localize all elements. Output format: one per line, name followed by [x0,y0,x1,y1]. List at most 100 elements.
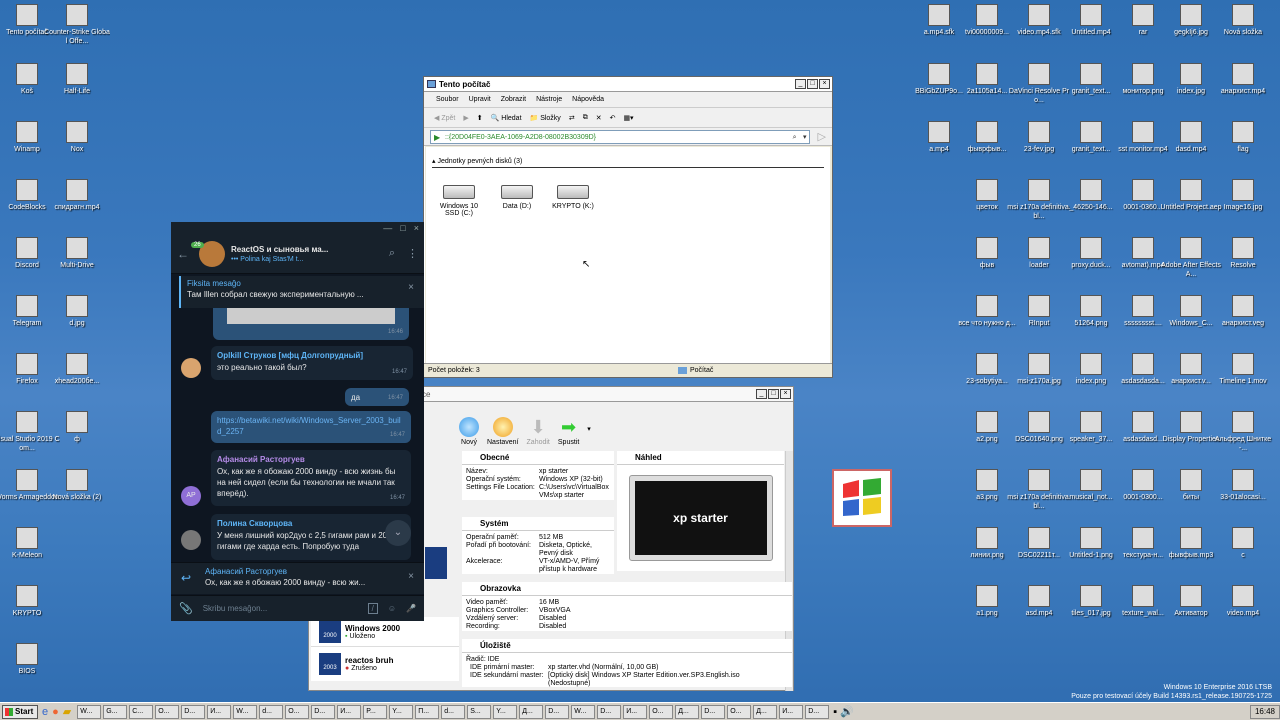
quicklaunch-ie-icon[interactable]: e [42,706,48,718]
taskbar-task[interactable]: Д... [675,704,700,719]
cancel-reply-icon[interactable]: × [408,571,414,582]
taskbar-task[interactable]: O... [727,704,752,719]
display-header[interactable]: Obrazovka [462,582,792,596]
attach-icon[interactable]: 📎 [179,602,193,615]
close-pin-icon[interactable]: × [408,282,414,293]
forward-button[interactable]: ▶ [463,114,468,122]
desktop-icon[interactable]: анархист.veg [1210,295,1276,337]
maximize-button[interactable]: □ [807,79,818,89]
emoji-icon[interactable]: ☺ [388,604,396,613]
taskbar-task[interactable]: P... [363,704,388,719]
taskbar-task[interactable]: П... [415,704,440,719]
back-arrow-icon[interactable]: ← [177,247,189,261]
desktop-icon[interactable]: Counter-Strike Global Offe... [44,4,110,46]
tray-network-icon[interactable]: ▪ [833,706,837,718]
vm-item[interactable]: 2000 Windows 2000 ▪ Uloženo [311,617,459,647]
start-button[interactable]: Start [2,704,38,719]
desktop-icon[interactable]: спидрагн.mp4 [44,179,110,221]
desktop-icon[interactable]: Nox [44,121,110,163]
desktop-icon[interactable]: flag [1210,121,1276,163]
desktop-icon[interactable]: Resolve [1210,237,1276,279]
taskbar-task[interactable]: И... [207,704,232,719]
desktop-icon[interactable]: Half-Life [44,63,110,105]
message-bubble[interactable]: да 16:47 [345,388,409,406]
taskbar-task[interactable]: W... [233,704,258,719]
desktop-icon[interactable]: Альфред Шнитке -... [1210,411,1276,453]
menu-zobrazit[interactable]: Zobrazit [501,96,526,103]
maximize-button[interactable]: □ [400,222,405,234]
vm-item[interactable]: 2003 reactos bruh ● Zrušeno [311,647,459,681]
menu-nastroje[interactable]: Nástroje [536,96,562,103]
windows-logo-icon[interactable] [832,469,892,527]
settings-button[interactable]: Nastavení [487,417,519,446]
desktop-icon[interactable]: ф [44,411,110,453]
discard-button[interactable]: ⬇ Zahodit [527,417,550,446]
start-button[interactable]: ➡ Spustit [558,417,579,446]
desktop-icon[interactable]: K-Meleon [0,527,60,569]
drive-c[interactable]: Windows 10 SSD (C:) [434,185,484,217]
drive-k[interactable]: KRYPTO (K:) [548,185,598,210]
taskbar-task[interactable]: O... [649,704,674,719]
search-icon[interactable]: ⌕ [793,131,797,144]
taskbar-task[interactable]: O... [155,704,180,719]
message-bubble[interactable]: 16:46 [213,308,409,340]
back-button[interactable]: ◀ Zpět [434,114,455,122]
taskbar-task[interactable]: W... [77,704,102,719]
taskbar-task[interactable]: И... [337,704,362,719]
general-header[interactable]: Obecné [462,451,614,465]
search-icon[interactable]: ⌕ [389,247,395,260]
delete-icon[interactable]: ✕ [596,114,602,122]
desktop-icon[interactable]: video.mp4 [1210,585,1276,627]
storage-header[interactable]: Úložiště [462,639,792,653]
move-icon[interactable]: ⇄ [569,114,575,122]
more-icon[interactable]: ⋮ [407,247,418,260]
taskbar-task[interactable]: D... [545,704,570,719]
up-folder-icon[interactable]: ⬆ [477,114,483,122]
scroll-down-button[interactable]: ⌄ [385,520,411,546]
avatar[interactable] [181,530,201,550]
message-bubble[interactable]: https://betawiki.net/wiki/Windows_Server… [211,411,411,443]
taskbar-task[interactable]: W... [571,704,596,719]
explorer-titlebar[interactable]: Tento počítač _ □ × [424,77,832,92]
desktop-icon[interactable]: Timeline 1.mov [1210,353,1276,395]
minimize-button[interactable]: _ [756,389,767,399]
taskbar-task[interactable]: И... [623,704,648,719]
new-button[interactable]: Nový [459,417,479,446]
copy-icon[interactable]: ⧉ [583,114,588,122]
desktop-icon[interactable]: Multi-Drive [44,237,110,279]
taskbar-task[interactable]: D... [311,704,336,719]
taskbar-task[interactable]: S... [467,704,492,719]
menu-soubor[interactable]: Soubor [436,96,459,103]
minimize-button[interactable]: _ [795,79,806,89]
message-bubble[interactable]: Афанасий Расторгуев Ох, как же я обожаю … [211,450,411,506]
telegram-window[interactable]: — □ × ← 26 ReactOS и сыновья ма... ••• Pol… [171,222,424,621]
telegram-titlebar[interactable]: — □ × [171,222,424,234]
desktop-icon[interactable]: Nová složka (2) [44,469,110,511]
search-button[interactable]: 🔍 Hledat [491,114,522,122]
taskbar-task[interactable]: Д... [519,704,544,719]
taskbar-task[interactable]: C... [129,704,154,719]
taskbar-task[interactable]: D... [597,704,622,719]
quicklaunch-folder-icon[interactable]: ▰ [63,705,71,718]
taskbar-task[interactable]: Д... [753,704,778,719]
taskbar-task[interactable]: D... [701,704,726,719]
undo-icon[interactable]: ↶ [610,114,616,122]
commands-icon[interactable]: / [367,603,378,614]
taskbar-task[interactable]: И... [779,704,804,719]
views-icon[interactable]: ▦▾ [623,114,633,122]
desktop-icon[interactable]: с [1210,527,1276,569]
taskbar-task[interactable]: O... [285,704,310,719]
start-dropdown-icon[interactable]: ▾ [587,425,591,446]
chat-title[interactable]: ReactOS и сыновья ма... [231,245,389,254]
clock[interactable]: 16:48 [1249,704,1280,719]
desktop-icon[interactable]: анархист.mp4 [1210,63,1276,105]
avatar[interactable] [181,358,201,378]
preview-header[interactable]: Náhled [617,451,784,465]
close-button[interactable]: × [780,389,791,399]
microphone-icon[interactable]: 🎤 [406,604,416,613]
message-link[interactable]: https://betawiki.net/wiki/Windows_Server… [217,415,405,437]
system-header[interactable]: Systém [462,517,614,531]
taskbar-task[interactable]: d... [441,704,466,719]
taskbar-task[interactable]: G... [103,704,128,719]
explorer-window[interactable]: Tento počítač _ □ × Soubor Upravit Zobrazi… [423,76,833,378]
